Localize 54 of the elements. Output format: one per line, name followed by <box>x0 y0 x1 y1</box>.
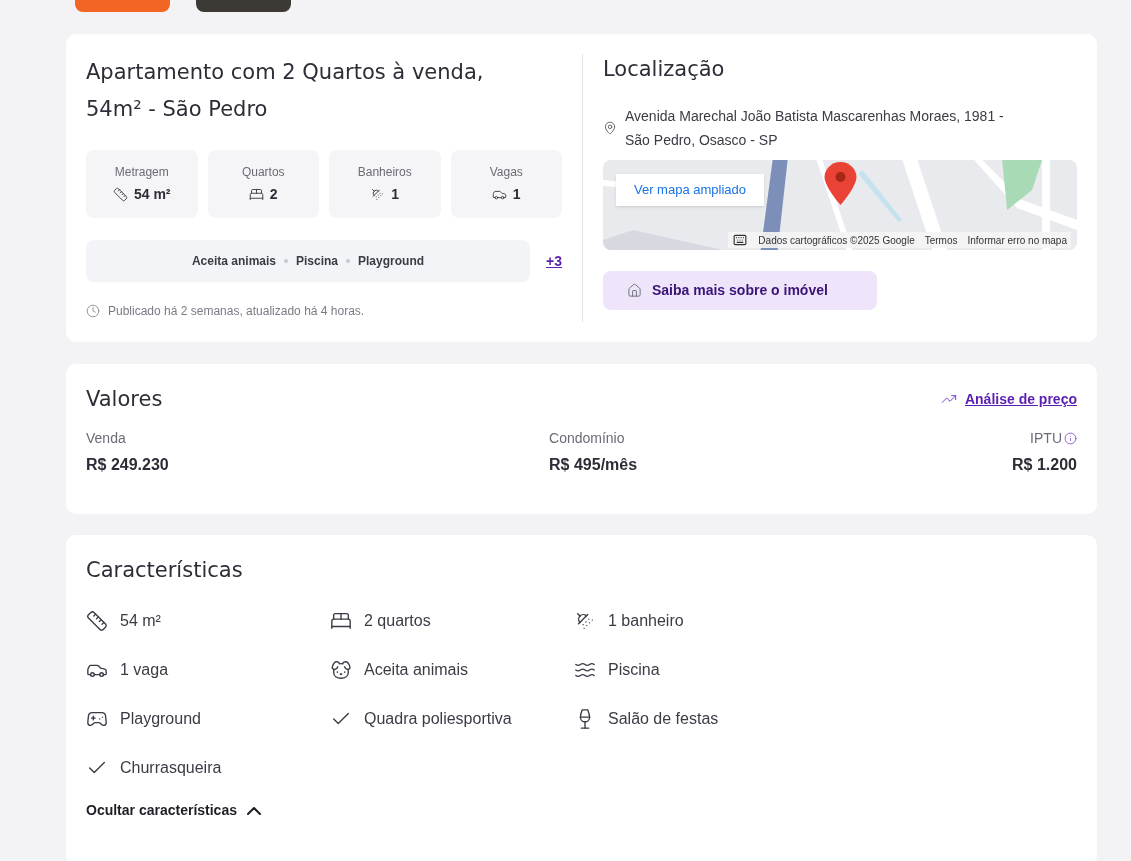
amenity-label: Piscina <box>296 253 339 270</box>
toggle-features-button[interactable]: Ocultar características <box>86 800 261 821</box>
feature-label: 1 banheiro <box>608 610 684 631</box>
values-title: Valores <box>86 386 163 413</box>
feature-label: Quadra poliesportiva <box>364 708 512 729</box>
clock-icon <box>86 304 100 318</box>
terms-link[interactable]: Termos <box>924 232 958 248</box>
value-amount: R$ 1.200 <box>1012 455 1077 475</box>
stat-value: 54 m² <box>133 185 171 204</box>
ruler-icon <box>86 609 108 632</box>
value-label: Condomínio <box>549 429 625 448</box>
enlarge-map-button[interactable]: Ver mapa ampliado <box>616 174 764 206</box>
shower-icon <box>370 187 386 202</box>
location-pin-icon <box>603 121 617 135</box>
stat-label: Metragem <box>114 164 169 181</box>
feature-label: 54 m² <box>120 610 161 631</box>
chevron-up-icon <box>247 806 261 815</box>
feature-label: 1 vaga <box>120 659 169 680</box>
house-icon <box>627 283 642 298</box>
value-amount: R$ 495/mês <box>549 455 638 475</box>
feature-label: Salão de festas <box>608 708 719 729</box>
amenity-label: Aceita animais <box>191 253 276 270</box>
bed-icon <box>248 187 264 202</box>
stat-label: Banheiros <box>357 164 412 181</box>
stat-value: 1 <box>512 185 521 204</box>
listing-title: Apartamento com 2 Quartos à venda, 54m² - São Pedro <box>86 59 485 123</box>
feature-label: Playground <box>120 708 201 729</box>
map[interactable]: Ver mapa ampliado Dados cartográficos ©2025 Google Termos Informar erro no mapa <box>603 160 1077 250</box>
more-info-button[interactable]: Saiba mais sobre o imóvel <box>603 271 877 310</box>
ruler-icon <box>112 187 128 202</box>
tab-button[interactable] <box>196 0 291 12</box>
dog-icon <box>330 658 352 681</box>
keyboard-icon <box>732 233 749 247</box>
report-link[interactable]: Informar erro no mapa <box>967 232 1067 248</box>
value-label: IPTU <box>1030 429 1062 448</box>
amenity-label: Playground <box>358 253 425 270</box>
price-analysis-link[interactable]: Análise de preço <box>938 388 1077 410</box>
value-label: Venda <box>86 429 126 448</box>
published-text: Publicado há 2 semanas, atualizado há 4 horas. <box>108 303 365 320</box>
stat-value: 2 <box>269 185 278 204</box>
info-icon[interactable] <box>1064 432 1077 445</box>
location-title: Localização <box>603 56 726 83</box>
feature-label: Piscina <box>608 659 660 680</box>
stat-value: 1 <box>391 185 400 204</box>
feature-label: 2 quartos <box>364 610 431 631</box>
feature-label: Aceita animais <box>364 659 469 680</box>
address-text: Avenida Marechal João Batista Mascarenhas Moraes, 1981 - São Pedro, Osasco - SP <box>625 107 1005 150</box>
features-title: Características <box>86 557 244 584</box>
value-amount: R$ 249.230 <box>86 455 169 475</box>
stat-label: Quartos <box>241 164 285 181</box>
feature-label: Churrasqueira <box>120 757 222 778</box>
stat-label: Vagas <box>489 164 523 181</box>
map-data-credit: Dados cartográficos ©2025 Google <box>758 233 915 248</box>
more-amenities-link[interactable]: +3 <box>546 250 562 272</box>
